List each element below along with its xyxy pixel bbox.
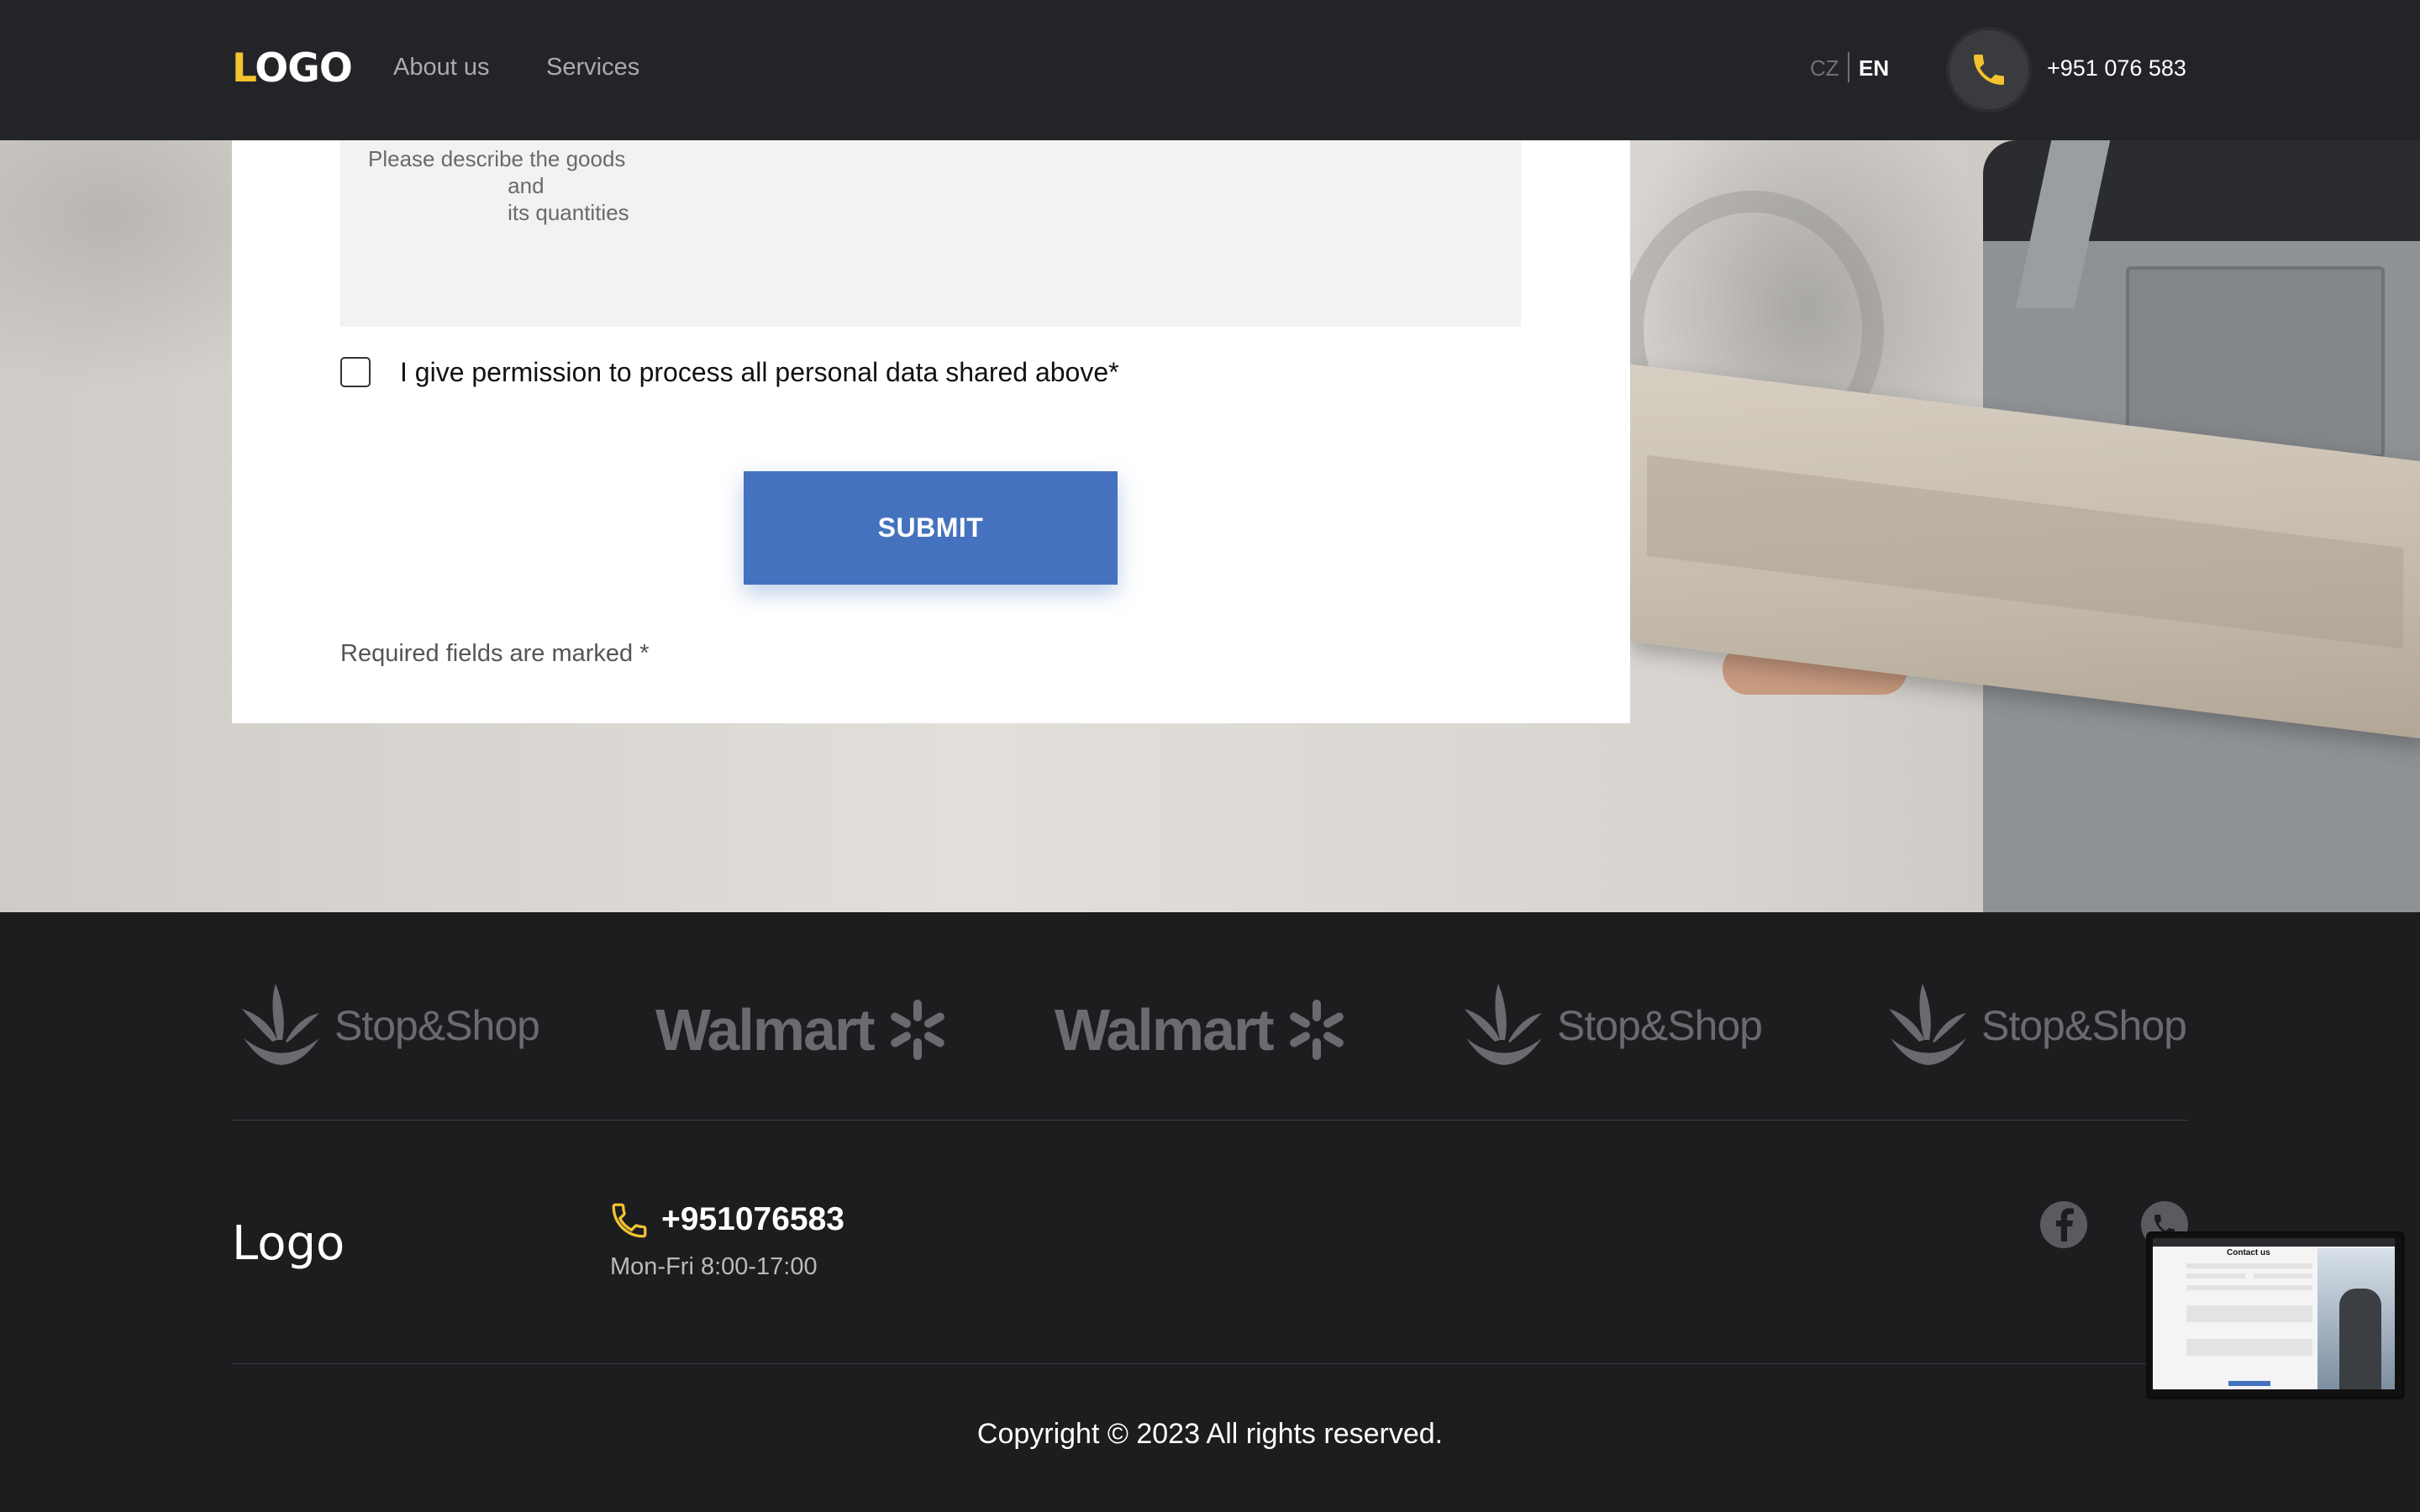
- thumbnail-field: [2254, 1273, 2312, 1278]
- footer-divider: [232, 1120, 2188, 1121]
- brand-name: Stop&Shop: [1981, 1002, 2187, 1049]
- nav-services[interactable]: Services: [546, 54, 639, 81]
- stop-and-shop-logo: Stop&Shop: [1458, 979, 1763, 1072]
- walmart-logo: Walmart: [655, 996, 951, 1063]
- footer-logo[interactable]: Logo: [232, 1216, 345, 1271]
- logo-first-letter: L: [232, 45, 255, 92]
- submit-button[interactable]: SUBMIT: [744, 471, 1118, 585]
- thumbnail-canvas: Contact us: [2153, 1238, 2395, 1389]
- stop-and-shop-logo: Stop&Shop: [1882, 979, 2187, 1072]
- page-preview-thumbnail[interactable]: Contact us: [2146, 1231, 2405, 1399]
- thumbnail-submit: [2228, 1381, 2270, 1386]
- brand-name: Stop&Shop: [1557, 1002, 1763, 1049]
- walmart-logo: Walmart: [1055, 996, 1350, 1063]
- stop-and-shop-logo: Stop&Shop: [235, 979, 540, 1072]
- consent-checkbox[interactable]: [340, 357, 371, 387]
- brand-name: Stop&Shop: [334, 1002, 540, 1049]
- facebook-glyph: [2056, 1208, 2074, 1242]
- brand-name: Walmart: [655, 997, 876, 1063]
- stop-and-shop-leaf-icon: [242, 984, 319, 1065]
- footer-divider: [232, 1363, 2188, 1364]
- stop-and-shop-leaf-icon: [1465, 984, 1542, 1065]
- brand-name: Walmart: [1055, 997, 1275, 1063]
- walmart-spark-icon: [890, 1000, 944, 1060]
- footer-phone-number[interactable]: +951076583: [661, 1201, 844, 1238]
- lang-divider: [1848, 52, 1849, 82]
- thumbnail-title: Contact us: [2227, 1248, 2270, 1257]
- facebook-icon[interactable]: [2040, 1201, 2087, 1248]
- logo-rest: OGO: [255, 45, 352, 92]
- contact-form-panel: Please describe the goods and its quanti…: [232, 140, 1630, 723]
- partner-logos: Stop&Shop Walmart Walmart Stop&Shop Stop…: [0, 912, 2420, 1121]
- consent-label[interactable]: I give permission to process all persona…: [400, 357, 1119, 388]
- thumbnail-field: [2186, 1263, 2312, 1268]
- nav-about-us[interactable]: About us: [393, 54, 489, 81]
- goods-description-textarea[interactable]: Please describe the goods and its quanti…: [340, 140, 1521, 327]
- thumbnail-person: [2339, 1289, 2381, 1389]
- lang-cz[interactable]: CZ: [1810, 55, 1839, 81]
- thumbnail-field: [2186, 1339, 2312, 1356]
- walmart-spark-icon: [1289, 1000, 1344, 1060]
- copyright-text: Copyright © 2023 All rights reserved.: [976, 1418, 1444, 1450]
- thumbnail-field: [2186, 1273, 2245, 1278]
- lang-en[interactable]: EN: [1859, 55, 1889, 81]
- thumbnail-header: [2153, 1238, 2395, 1247]
- required-fields-note: Required fields are marked *: [340, 640, 650, 667]
- stop-and-shop-leaf-icon: [1889, 984, 1966, 1065]
- thumbnail-field: [2186, 1305, 2312, 1322]
- thumbnail-field: [2186, 1285, 2312, 1290]
- footer-hours: Mon-Fri 8:00-17:00: [610, 1253, 818, 1280]
- phone-icon: [612, 1203, 647, 1238]
- site-header: LOGO About us Services CZ EN +951 076 58…: [0, 0, 2420, 140]
- phone-icon: [1974, 55, 2004, 85]
- header-phone-button[interactable]: [1949, 30, 2028, 109]
- header-logo[interactable]: LOGO: [232, 45, 353, 92]
- header-phone-number[interactable]: +951 076 583: [2047, 55, 2186, 81]
